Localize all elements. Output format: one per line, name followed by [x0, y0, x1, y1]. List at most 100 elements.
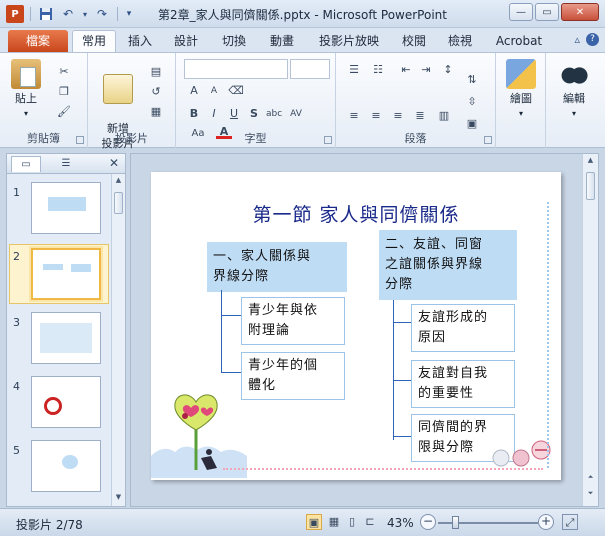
slide-thumbnail-3[interactable]	[31, 312, 101, 364]
close-pane-icon[interactable]: ✕	[109, 156, 119, 170]
scroll-up-icon[interactable]: ▲	[585, 156, 596, 167]
font-launcher-icon[interactable]	[324, 136, 332, 144]
fit-to-window-icon[interactable]: ⤢	[562, 514, 578, 530]
paragraph-launcher-icon[interactable]	[484, 136, 492, 144]
left-item-box[interactable]: 青少年與依 附理論	[241, 297, 345, 345]
left-item-box[interactable]: 青少年的個 體化	[241, 352, 345, 400]
right-item-box[interactable]: 友誼對自我 的重要性	[411, 360, 515, 408]
increase-font-icon[interactable]: A	[186, 84, 202, 98]
normal-view-icon[interactable]: ▣	[306, 514, 322, 530]
left-header-box[interactable]: 一、家人關係與 界線分際	[207, 242, 347, 292]
tab-slideshow[interactable]: 投影片放映	[312, 32, 386, 52]
slide-thumbnail-2[interactable]	[31, 248, 101, 300]
reset-icon[interactable]: ↺	[148, 85, 164, 99]
restore-button[interactable]: ▭	[535, 3, 559, 21]
paste-button[interactable]: 貼上 ▾	[8, 59, 44, 121]
underline-icon[interactable]: U	[226, 107, 242, 121]
scrollbar-thumb[interactable]	[586, 172, 595, 200]
drawing-button[interactable]: 繪圖 ▾	[502, 59, 540, 121]
drawing-label: 繪圖	[510, 92, 532, 105]
editing-button[interactable]: 編輯 ▾	[554, 59, 594, 121]
ribbon: 貼上 ▾ ✂ ❐ 🖌 剪貼簿 新增 投影片 ▤ ↺ ▦ 投影片 A A ⌫ B …	[0, 52, 605, 150]
font-name-combo[interactable]	[184, 59, 288, 79]
strikethrough-icon[interactable]: S	[246, 107, 262, 121]
clipboard-group: 貼上 ▾ ✂ ❐ 🖌 剪貼簿	[0, 53, 88, 148]
close-button[interactable]: ✕	[561, 3, 599, 21]
tab-review[interactable]: 校閱	[396, 32, 432, 52]
zoom-in-button[interactable]: +	[538, 514, 554, 530]
slide-canvas[interactable]: 第一節 家人與同儕關係 一、家人關係與 界線分際 青少年與依 附理論 青少年的個…	[151, 172, 561, 480]
thumbnail-scrollbar[interactable]: ▲ ▼	[111, 174, 125, 506]
scroll-down-icon[interactable]: ▼	[113, 493, 124, 504]
font-size-combo[interactable]	[290, 59, 330, 79]
status-bar: 投影片 2/78 ▣ ▦ ▯ ⊏ 43% − + ⤢	[0, 508, 605, 536]
slide-scrollbar[interactable]: ▲ ⏶ ⏷	[582, 154, 598, 506]
char-spacing-icon[interactable]: AV	[288, 107, 304, 121]
slides-group: 新增 投影片 ▤ ↺ ▦ 投影片	[88, 53, 176, 150]
italic-icon[interactable]: I	[206, 107, 222, 121]
align-left-icon[interactable]: ≡	[346, 109, 362, 123]
tab-home[interactable]: 常用	[72, 30, 116, 52]
layout-icon[interactable]: ▤	[148, 65, 164, 79]
slideshow-view-icon[interactable]: ⊏	[362, 514, 378, 530]
tab-file[interactable]: 檔案	[8, 30, 68, 52]
justify-icon[interactable]: ≣	[412, 109, 428, 123]
reading-view-icon[interactable]: ▯	[344, 514, 360, 530]
slide-title[interactable]: 第一節 家人與同儕關係	[151, 200, 561, 227]
slide-thumbnail-4[interactable]	[31, 376, 101, 428]
next-slide-icon[interactable]: ⏷	[585, 489, 596, 500]
section-icon[interactable]: ▦	[148, 105, 164, 119]
scrollbar-thumb[interactable]	[114, 192, 123, 214]
slide-thumbnail-1[interactable]	[31, 182, 101, 234]
minimize-button[interactable]: —	[509, 3, 533, 21]
outline-tab-icon[interactable]: ☰	[51, 156, 81, 172]
clipboard-group-label: 剪貼簿	[27, 132, 60, 145]
clipboard-launcher-icon[interactable]	[76, 136, 84, 144]
smartart-icon[interactable]: ▣	[464, 117, 480, 131]
binoculars-icon	[559, 59, 589, 89]
decrease-indent-icon[interactable]: ⇤	[398, 63, 414, 77]
line-spacing-icon[interactable]: ↕	[440, 63, 456, 77]
slide-number: 4	[13, 380, 20, 393]
zoom-slider-thumb[interactable]	[452, 516, 459, 529]
help-icon[interactable]: ?	[586, 33, 599, 46]
align-text-icon[interactable]: ⇳	[464, 95, 480, 109]
editing-group: 編輯 ▾	[546, 53, 604, 148]
slide-thumbnail-5[interactable]	[31, 440, 101, 492]
tab-animations[interactable]: 動畫	[264, 32, 300, 52]
right-header-box[interactable]: 二、友誼、同窗 之誼關係與界線 分際	[379, 230, 517, 300]
numbering-icon[interactable]: ☷	[370, 63, 386, 77]
tab-transitions[interactable]: 切換	[216, 32, 252, 52]
minimize-ribbon-icon[interactable]: ▵	[574, 33, 580, 46]
slide-counter: 投影片 2/78	[16, 518, 83, 532]
text-direction-icon[interactable]: ⇅	[464, 73, 480, 87]
tab-design[interactable]: 設計	[168, 32, 204, 52]
decrease-font-icon[interactable]: A	[206, 84, 222, 98]
increase-indent-icon[interactable]: ⇥	[418, 63, 434, 77]
format-painter-icon[interactable]: 🖌	[56, 105, 72, 119]
shadow-icon[interactable]: abc	[266, 107, 282, 121]
right-item-box[interactable]: 友誼形成的 原因	[411, 304, 515, 352]
paste-icon	[11, 59, 41, 89]
tree-illustration-icon	[151, 394, 247, 478]
align-center-icon[interactable]: ≡	[368, 109, 384, 123]
copy-icon[interactable]: ❐	[56, 85, 72, 99]
tab-acrobat[interactable]: Acrobat	[490, 32, 548, 52]
scroll-up-icon[interactable]: ▲	[113, 176, 124, 187]
clear-format-icon[interactable]: ⌫	[228, 84, 244, 98]
slide-sorter-icon[interactable]: ▦	[326, 514, 342, 530]
bullets-icon[interactable]: ☰	[346, 63, 362, 77]
slides-tab-icon[interactable]: ▭	[11, 156, 41, 172]
cut-icon[interactable]: ✂	[56, 65, 72, 79]
previous-slide-icon[interactable]: ⏶	[585, 473, 596, 484]
zoom-level[interactable]: 43%	[387, 516, 414, 530]
tab-insert[interactable]: 插入	[122, 32, 158, 52]
zoom-out-button[interactable]: −	[420, 514, 436, 530]
tab-view[interactable]: 檢視	[442, 32, 478, 52]
new-slide-button[interactable]: 新增 投影片	[94, 59, 142, 166]
window-controls: — ▭ ✕	[509, 3, 599, 21]
font-group: A A ⌫ B I U S abc AV Aa A 字型	[176, 53, 336, 148]
align-right-icon[interactable]: ≡	[390, 109, 406, 123]
columns-icon[interactable]: ▥	[436, 109, 452, 123]
bold-icon[interactable]: B	[186, 107, 202, 121]
